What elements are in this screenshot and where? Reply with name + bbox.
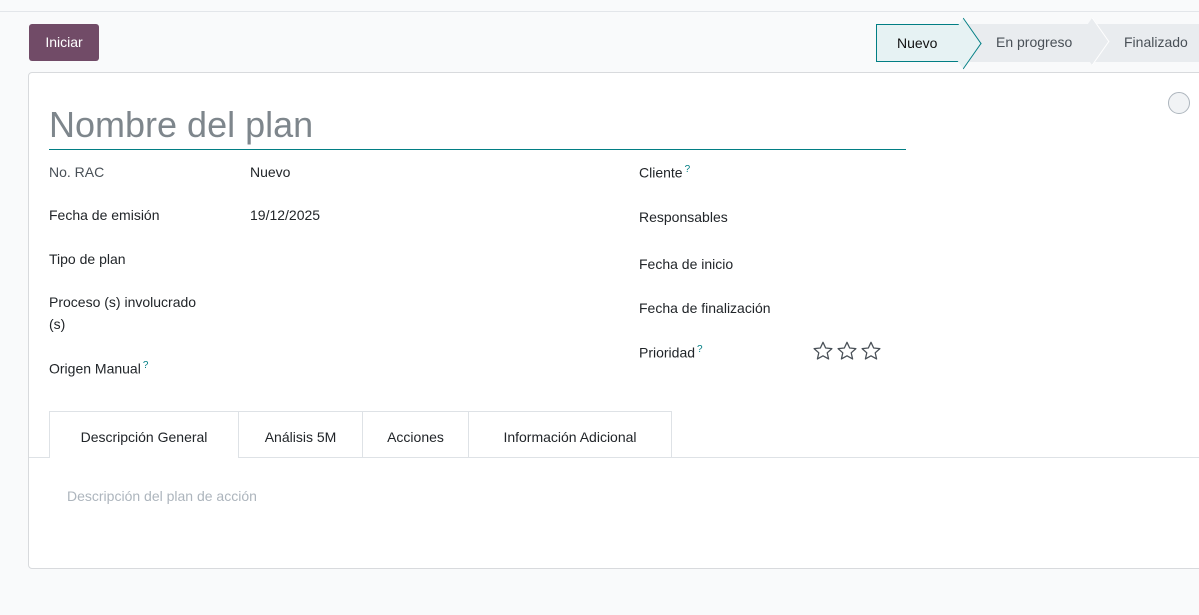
tab-acciones[interactable]: Acciones xyxy=(363,411,469,458)
proceso-involucrado-input[interactable] xyxy=(250,293,590,315)
top-divider xyxy=(0,11,1199,12)
label-cliente: Cliente? xyxy=(639,164,690,181)
label-fecha-inicio: Fecha de inicio xyxy=(639,256,734,272)
form-sheet: Nombre del plan No. RAC Nuevo Fecha de e… xyxy=(28,72,1199,569)
label-text: Cliente xyxy=(639,164,683,181)
star-outline-icon[interactable] xyxy=(812,340,834,362)
origen-manual-input[interactable] xyxy=(250,358,590,380)
label-fecha-emision: Fecha de emisión xyxy=(49,207,160,223)
stage-en-progreso[interactable]: En progreso xyxy=(966,24,1094,62)
help-tooltip-icon[interactable]: ? xyxy=(143,360,149,371)
status-bar: Nuevo En progreso Finalizado xyxy=(876,24,1199,62)
label-proceso-involucrado-cont: (s) xyxy=(49,316,66,332)
star-outline-icon[interactable] xyxy=(836,340,858,362)
help-tooltip-icon[interactable]: ? xyxy=(697,344,703,355)
status-radio[interactable] xyxy=(1168,92,1190,114)
plan-name-field[interactable]: Nombre del plan xyxy=(49,103,906,150)
tab-informacion-adicional[interactable]: Información Adicional xyxy=(469,411,672,458)
start-button[interactable]: Iniciar xyxy=(29,24,99,61)
stage-nuevo[interactable]: Nuevo xyxy=(876,24,966,62)
value-no-rac: Nuevo xyxy=(250,164,291,180)
plan-name-placeholder: Nombre del plan xyxy=(49,104,314,145)
tab-analisis-5m[interactable]: Análisis 5M xyxy=(239,411,363,458)
fecha-inicio-input[interactable] xyxy=(812,254,1112,276)
tab-descripcion-general[interactable]: Descripción General xyxy=(49,411,239,458)
label-proceso-involucrado: Proceso (s) involucrado xyxy=(49,294,197,310)
stage-label: En progreso xyxy=(996,34,1073,50)
tipo-plan-input[interactable] xyxy=(250,249,590,271)
stage-label: Nuevo xyxy=(897,35,938,51)
label-text: Prioridad xyxy=(639,344,696,361)
description-editor[interactable]: Descripción del plan de acción xyxy=(67,488,257,504)
label-tipo-plan: Tipo de plan xyxy=(49,251,126,267)
fecha-finalizacion-input[interactable] xyxy=(812,298,1112,320)
stage-label: Finalizado xyxy=(1124,34,1188,50)
label-no-rac: No. RAC xyxy=(49,164,105,180)
responsables-input[interactable] xyxy=(812,207,1112,229)
label-prioridad: Prioridad? xyxy=(639,344,703,361)
label-text: Origen Manual xyxy=(49,360,141,377)
label-responsables: Responsables xyxy=(639,209,728,225)
star-outline-icon[interactable] xyxy=(860,340,882,362)
label-origen-manual: Origen Manual? xyxy=(49,360,148,377)
stage-finalizado[interactable]: Finalizado xyxy=(1094,24,1199,62)
cliente-input[interactable] xyxy=(812,162,1112,184)
priority-stars xyxy=(812,340,882,362)
form-tabs: Descripción General Análisis 5M Acciones… xyxy=(49,411,672,458)
help-tooltip-icon[interactable]: ? xyxy=(685,164,691,175)
active-tab-connector xyxy=(50,457,238,458)
fecha-emision-input[interactable]: 19/12/2025 xyxy=(250,207,320,223)
label-fecha-finalizacion: Fecha de finalización xyxy=(639,300,771,316)
